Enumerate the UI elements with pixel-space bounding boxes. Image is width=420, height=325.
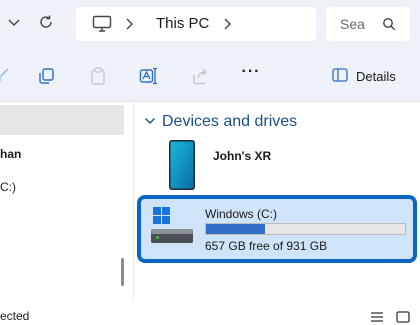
nav-scrollbar[interactable] [121, 258, 124, 286]
nav-item-user[interactable]: han [0, 147, 21, 161]
chevron-right-icon[interactable] [222, 17, 232, 36]
status-text: ected [0, 309, 30, 323]
address-bar[interactable]: This PC [76, 7, 316, 41]
status-bar: ected [0, 300, 420, 325]
chevron-right-icon[interactable] [124, 17, 134, 36]
address-row: This PC [0, 0, 420, 48]
chevron-down-icon [7, 15, 21, 34]
details-button[interactable]: Details [332, 65, 396, 87]
details-view-icon[interactable] [370, 310, 384, 325]
details-label: Details [356, 68, 396, 84]
refresh-icon [38, 14, 54, 35]
cut-icon[interactable] [0, 66, 12, 86]
copy-icon[interactable] [36, 66, 56, 86]
section-header-devices[interactable]: Devices and drives [144, 112, 297, 132]
phone-device-icon[interactable] [168, 139, 196, 196]
drive-free-space: 657 GB free of 931 GB [205, 239, 328, 253]
more-options-button[interactable]: ··· [240, 64, 262, 84]
nav-item-selected[interactable] [0, 105, 124, 135]
breadcrumb-this-pc[interactable]: This PC [156, 15, 209, 32]
tiles-view-icon[interactable] [396, 310, 410, 325]
device-name[interactable]: John's XR [213, 149, 271, 163]
search-icon[interactable] [382, 17, 396, 36]
section-title: Devices and drives [162, 113, 298, 130]
this-pc-icon[interactable] [92, 15, 112, 38]
drive-name: Windows (C:) [205, 207, 278, 221]
search-input[interactable] [340, 14, 376, 34]
drive-tile-windows[interactable]: Windows (C:) 657 GB free of 931 GB [137, 195, 417, 263]
navigation-pane: han C:) [0, 102, 134, 300]
refresh-button[interactable] [32, 10, 60, 38]
windows-drive-icon [149, 205, 195, 250]
share-icon[interactable] [190, 66, 210, 86]
drive-usage-bar [205, 223, 406, 235]
paste-icon[interactable] [88, 66, 108, 86]
search-box[interactable] [326, 7, 410, 41]
rename-icon[interactable] [139, 66, 159, 86]
command-bar: ··· Details [0, 48, 420, 102]
details-pane-icon [332, 67, 348, 85]
chevron-down-icon [144, 113, 156, 131]
up-button[interactable] [0, 10, 28, 38]
drive-usage-fill [206, 224, 265, 234]
nav-item-drive[interactable]: C:) [0, 180, 16, 194]
